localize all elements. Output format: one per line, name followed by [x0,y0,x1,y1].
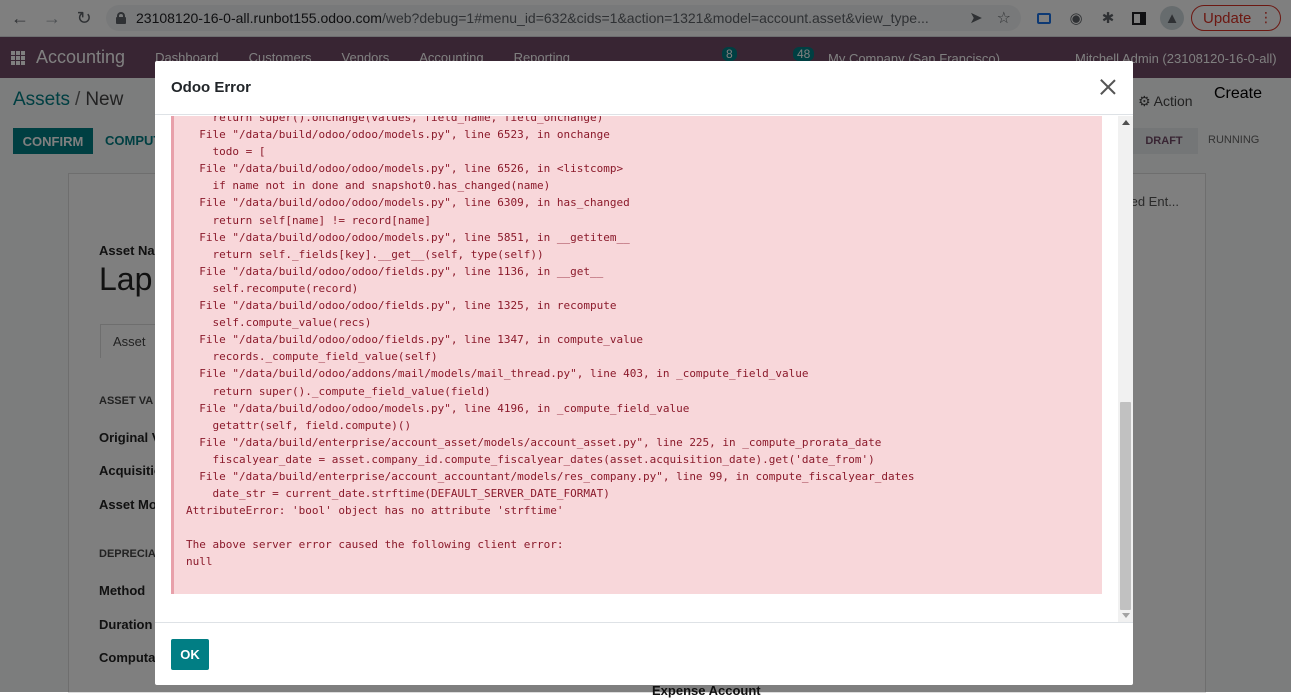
dialog-scrollbar[interactable] [1118,116,1133,622]
scroll-down-icon[interactable] [1122,613,1130,618]
scrollbar-thumb[interactable] [1120,402,1131,610]
error-dialog: Odoo Error return super().onchange(value… [155,61,1133,685]
ok-button[interactable]: OK [171,639,209,670]
dialog-footer: OK [155,622,1133,685]
dialog-header: Odoo Error [155,61,1133,115]
traceback-text: return super().onchange(values, field_na… [186,116,915,569]
traceback-box: return super().onchange(values, field_na… [171,116,1102,594]
dialog-title: Odoo Error [171,79,252,96]
dialog-body[interactable]: return super().onchange(values, field_na… [155,116,1133,622]
close-icon[interactable] [1100,79,1116,95]
expense-account-label: Expense Account [652,683,761,698]
scroll-up-icon[interactable] [1122,120,1130,125]
